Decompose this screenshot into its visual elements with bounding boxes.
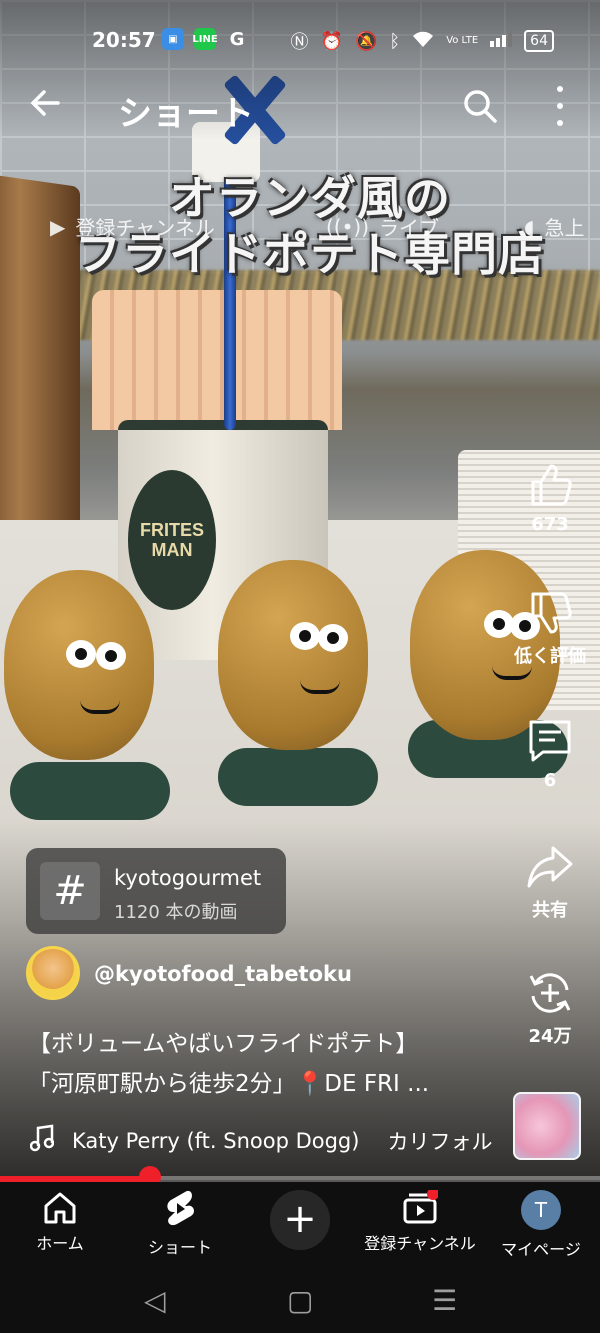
share-icon xyxy=(527,846,573,888)
play-list-icon: ▶ xyxy=(50,214,66,239)
music-title-fragment: カリフォル xyxy=(387,1129,493,1154)
remix-count: 24万 xyxy=(528,1026,572,1047)
remix-icon xyxy=(529,973,571,1013)
dislike-button[interactable]: 低く評価 xyxy=(500,590,600,668)
cup-logo: FRITES MAN xyxy=(128,470,216,610)
image-app-icon: ▣ xyxy=(162,28,184,50)
hashtag-name: kyotogourmet xyxy=(114,866,262,890)
line-icon: LINE xyxy=(192,28,218,50)
system-icons: Ⓝ ⏰ 🔕 ᛒ Vo LTE 64 xyxy=(291,28,554,54)
alarm-icon: ⏰ xyxy=(320,30,343,52)
potato-eye xyxy=(290,622,320,650)
hashtag-icon: # xyxy=(40,862,100,920)
system-back-icon[interactable]: ◁ xyxy=(144,1284,166,1317)
more-vert-icon[interactable] xyxy=(548,86,572,126)
channel-handle[interactable]: @kyotofood_tabetoku xyxy=(94,962,352,986)
share-button[interactable]: 共有 xyxy=(500,844,600,922)
thumbs-down-icon xyxy=(531,592,572,634)
potato-figure xyxy=(218,560,368,750)
mute-icon: 🔕 xyxy=(354,30,378,52)
live-icon: ((•)) xyxy=(326,214,370,239)
chip-live-label: ライブ xyxy=(379,216,440,240)
dislike-label: 低く評価 xyxy=(514,646,586,667)
thumbs-up-icon xyxy=(531,464,572,506)
nav-shorts-label: ショート xyxy=(147,1238,212,1257)
chip-subscriptions-label: 登録チャンネル xyxy=(75,216,215,240)
home-icon xyxy=(44,1192,76,1224)
potato-foot xyxy=(10,762,170,820)
bluetooth-icon: ᛒ xyxy=(389,30,401,52)
notification-icons: ▣ LINE G xyxy=(162,28,248,50)
music-track: Katy Perry (ft. Snoop Dogg) xyxy=(72,1128,360,1153)
nav-subscriptions[interactable]: 登録チャンネル xyxy=(360,1190,480,1254)
chip-trending[interactable]: ◖ 急上 xyxy=(524,212,585,241)
wifi-icon xyxy=(412,30,434,53)
potato-eye xyxy=(66,640,96,668)
nfc-icon: Ⓝ xyxy=(290,32,309,53)
album-art[interactable] xyxy=(513,1092,581,1160)
shorts-icon xyxy=(167,1190,194,1226)
comment-count: 6 xyxy=(543,770,557,791)
nav-subscriptions-label: 登録チャンネル xyxy=(364,1234,476,1253)
battery-icon: 64 xyxy=(524,30,554,52)
chip-live[interactable]: ((•)) ライブ xyxy=(326,212,439,241)
signal-icon xyxy=(490,30,513,52)
nav-shorts[interactable]: ショート xyxy=(138,1190,222,1258)
page-title: ショート xyxy=(118,94,254,134)
back-arrow-icon[interactable] xyxy=(28,86,62,129)
nav-mypage-label: マイページ xyxy=(501,1240,581,1259)
potato-eye xyxy=(96,642,126,670)
status-bar: 20:57 ▣ LINE G Ⓝ ⏰ 🔕 ᛒ Vo LTE 64 xyxy=(0,0,600,80)
description-line-2[interactable]: 「河原町駅から徒歩2分」📍DE FRI ... xyxy=(28,1064,429,1098)
status-time: 20:57 xyxy=(92,28,156,52)
top-app-bar: ショート xyxy=(0,80,600,136)
remix-button[interactable]: 24万 xyxy=(500,970,600,1048)
chip-trending-label: 急上 xyxy=(544,216,585,240)
system-recents-icon[interactable]: ☰ xyxy=(432,1284,457,1317)
nav-mypage[interactable]: T マイページ xyxy=(498,1190,584,1260)
potato-eye xyxy=(318,624,348,652)
system-navigation-bar: ◁ ▢ ☰ xyxy=(0,1268,600,1333)
like-count: 673 xyxy=(531,514,569,535)
create-button[interactable]: + xyxy=(270,1190,330,1250)
google-icon: G xyxy=(229,28,245,50)
shorts-filter-chips: ▶ 登録チャンネル ((•)) ライブ ◖ 急上 xyxy=(0,212,600,252)
volte-icon: Vo LTE xyxy=(446,35,479,46)
music-note-icon xyxy=(30,1124,55,1157)
hashtag-card[interactable]: # kyotogourmet 1120 本の動画 xyxy=(26,848,286,934)
nav-home[interactable]: ホーム xyxy=(30,1190,90,1254)
share-label: 共有 xyxy=(532,900,568,921)
like-button[interactable]: 673 xyxy=(500,462,600,535)
system-home-icon[interactable]: ▢ xyxy=(287,1284,313,1317)
comments-button[interactable]: 6 xyxy=(500,718,600,791)
music-ticker[interactable]: Katy Perry (ft. Snoop Dogg) カリフォル xyxy=(30,1124,500,1157)
channel-avatar[interactable] xyxy=(26,946,80,1000)
hashtag-video-count: 1120 本の動画 xyxy=(114,902,238,923)
subscriptions-icon xyxy=(403,1190,438,1224)
search-icon[interactable] xyxy=(462,88,498,124)
trending-icon: ◖ xyxy=(524,214,535,239)
comment-icon xyxy=(529,720,571,762)
description-line-1[interactable]: 【ボリュームやばいフライドポテト】 xyxy=(28,1024,418,1058)
nav-home-label: ホーム xyxy=(36,1234,84,1253)
account-avatar: T xyxy=(521,1190,561,1230)
bottom-navigation: ホーム ショート + 登録チャンネル T マイページ xyxy=(0,1182,600,1268)
potato-foot xyxy=(218,748,378,806)
wooden-forks xyxy=(92,290,342,430)
chip-subscriptions[interactable]: ▶ 登録チャンネル xyxy=(50,212,215,241)
